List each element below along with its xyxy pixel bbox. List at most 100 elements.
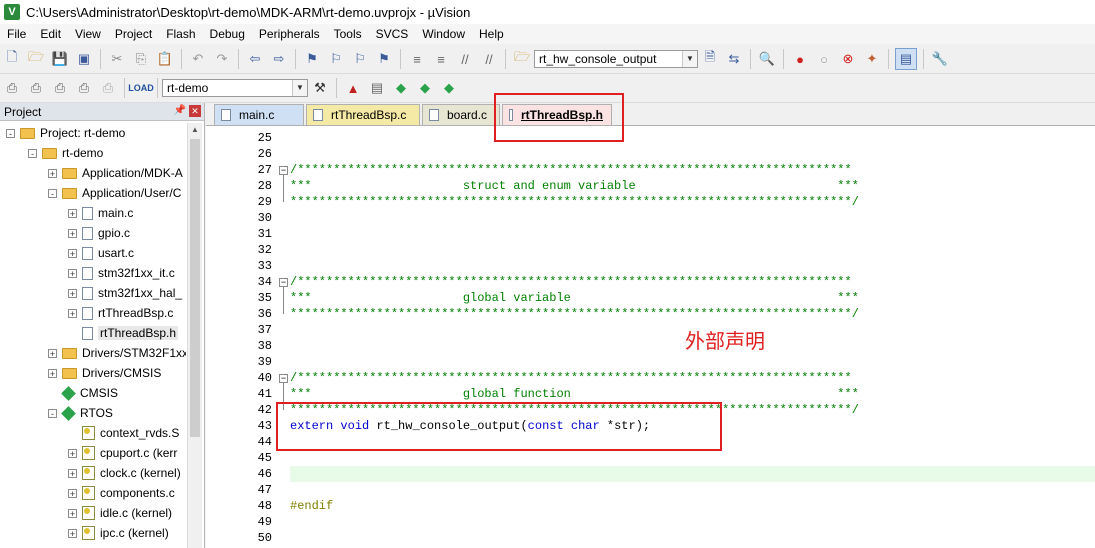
menu-help[interactable]: Help	[472, 27, 511, 41]
stop-build-icon[interactable]: ⎙	[98, 78, 118, 98]
undo-icon[interactable]: ↶	[188, 49, 208, 69]
tree-item[interactable]: - Project: rt-demo	[6, 123, 125, 143]
tree-item[interactable]: - rt-demo	[28, 143, 103, 163]
expand-icon[interactable]: +	[48, 348, 57, 358]
expand-icon[interactable]: +	[68, 468, 77, 478]
open-file-icon[interactable]: 🗁	[26, 49, 46, 69]
select-packs-icon[interactable]: ▤	[367, 78, 387, 98]
prev-bookmark-icon[interactable]: ⚐	[326, 49, 346, 69]
collapse-icon[interactable]: -	[48, 408, 57, 418]
expand-icon[interactable]: +	[68, 448, 77, 458]
fold-collapse-icon[interactable]: −	[279, 278, 288, 287]
debug-start-icon[interactable]: ●	[790, 49, 810, 69]
tree-item[interactable]: CMSIS	[48, 383, 118, 403]
build-icon[interactable]: ⎙	[26, 78, 46, 98]
scrollbar-thumb[interactable]	[190, 139, 200, 437]
expand-icon[interactable]: +	[68, 308, 77, 318]
menu-project[interactable]: Project	[108, 27, 159, 41]
bookmark-icon[interactable]: ⚑	[302, 49, 322, 69]
tree-item[interactable]: rtThreadBsp.h	[68, 323, 179, 343]
menu-tools[interactable]: Tools	[327, 27, 369, 41]
expand-icon[interactable]: +	[48, 368, 57, 378]
code-line[interactable]: ****************************************…	[290, 306, 859, 322]
expand-icon[interactable]: +	[68, 268, 77, 278]
kill-breakpoints-icon[interactable]: ✦	[862, 49, 882, 69]
redo-icon[interactable]: ↷	[212, 49, 232, 69]
menu-svcs[interactable]: SVCS	[369, 27, 416, 41]
comment-icon[interactable]: //	[455, 49, 475, 69]
code-line[interactable]: *** global function ***	[290, 386, 859, 402]
tree-item[interactable]: + Application/MDK-A	[48, 163, 183, 183]
pin-icon[interactable]: 📌	[174, 105, 186, 116]
code-line[interactable]: *** global variable ***	[290, 290, 859, 306]
code-line[interactable]: /***************************************…	[290, 274, 852, 290]
configure-icon[interactable]: 🔧	[930, 49, 950, 69]
indent-icon[interactable]: ≡	[407, 49, 427, 69]
tab-board-c[interactable]: board.c	[422, 104, 500, 125]
device-icon[interactable]: ◆	[439, 78, 459, 98]
tree-item[interactable]: - RTOS	[48, 403, 113, 423]
tree-item[interactable]: + idle.c (kernel)	[68, 503, 172, 523]
expand-icon[interactable]: +	[68, 248, 77, 258]
project-tree-scrollbar[interactable]: ▲	[187, 123, 202, 548]
expand-icon[interactable]: +	[68, 508, 77, 518]
manage-rte-icon[interactable]: ◆	[391, 78, 411, 98]
next-bookmark-icon[interactable]: ⚐	[350, 49, 370, 69]
menu-file[interactable]: File	[0, 27, 33, 41]
paste-icon[interactable]: 📋	[155, 49, 175, 69]
code-line[interactable]: #endif	[290, 498, 333, 514]
code-line[interactable]: *** struct and enum variable ***	[290, 178, 859, 194]
collapse-icon[interactable]: -	[48, 188, 57, 198]
expand-icon[interactable]: +	[68, 208, 77, 218]
tree-item[interactable]: + gpio.c	[68, 223, 130, 243]
menu-peripherals[interactable]: Peripherals	[252, 27, 327, 41]
target-options-icon[interactable]: ⚒	[310, 78, 330, 98]
tree-item[interactable]: + ipc.c (kernel)	[68, 523, 169, 543]
tree-item[interactable]: + rtThreadBsp.c	[68, 303, 173, 323]
menu-window[interactable]: Window	[415, 27, 472, 41]
expand-icon[interactable]: +	[68, 528, 77, 538]
unindent-icon[interactable]: ≡	[431, 49, 451, 69]
uncomment-icon[interactable]: //	[479, 49, 499, 69]
save-icon[interactable]: 💾	[50, 49, 70, 69]
chevron-down-icon[interactable]: ▼	[292, 80, 307, 96]
breakpoint-icon[interactable]: ○	[814, 49, 834, 69]
code-line[interactable]: ****************************************…	[290, 194, 859, 210]
nav-forward-icon[interactable]: ⇨	[269, 49, 289, 69]
fold-collapse-icon[interactable]: −	[279, 374, 288, 383]
expand-icon[interactable]: +	[68, 228, 77, 238]
expand-icon[interactable]: +	[68, 488, 77, 498]
rebuild-icon[interactable]: ⎙	[50, 78, 70, 98]
tree-item[interactable]: + clock.c (kernel)	[68, 463, 181, 483]
expand-icon[interactable]: +	[48, 168, 57, 178]
menu-debug[interactable]: Debug	[203, 27, 252, 41]
copy-icon[interactable]: ⎘	[131, 49, 151, 69]
batch-build-icon[interactable]: ⎙	[74, 78, 94, 98]
tree-item[interactable]: + stm32f1xx_hal_	[68, 283, 182, 303]
find-icon[interactable]: 🗎	[700, 49, 720, 69]
code-line[interactable]: /***************************************…	[290, 370, 852, 386]
target-combo[interactable]: rt-demo ▼	[162, 79, 308, 97]
expand-icon[interactable]: +	[68, 288, 77, 298]
tab-main-c[interactable]: main.c	[214, 104, 304, 125]
tree-item[interactable]: + components.c	[68, 483, 175, 503]
nav-back-icon[interactable]: ⇦	[245, 49, 265, 69]
tree-item[interactable]: + stm32f1xx_it.c	[68, 263, 175, 283]
find-in-files-icon[interactable]: 🗁	[512, 49, 532, 69]
disable-breakpoint-icon[interactable]: ⊗	[838, 49, 858, 69]
tree-item[interactable]: + main.c	[68, 203, 133, 223]
window-layout-icon[interactable]: ▤	[895, 48, 917, 70]
close-icon[interactable]: ✕	[189, 105, 201, 117]
clear-bookmarks-icon[interactable]: ⚑	[374, 49, 394, 69]
cut-icon[interactable]: ✂	[107, 49, 127, 69]
new-file-icon[interactable]: 🗋	[2, 49, 22, 69]
tree-item[interactable]: + usart.c	[68, 243, 134, 263]
replace-icon[interactable]: ⇆	[724, 49, 744, 69]
tree-item[interactable]: + Drivers/STM32F1xx	[48, 343, 186, 363]
tab-rtthreadbsp-c[interactable]: rtThreadBsp.c	[306, 104, 420, 125]
menu-view[interactable]: View	[68, 27, 108, 41]
tree-item[interactable]: - Application/User/C	[48, 183, 181, 203]
code-line[interactable]: /***************************************…	[290, 162, 852, 178]
find-combo[interactable]: rt_hw_console_output ▼	[534, 50, 698, 68]
manage-project-items-icon[interactable]: ▲	[343, 78, 363, 98]
